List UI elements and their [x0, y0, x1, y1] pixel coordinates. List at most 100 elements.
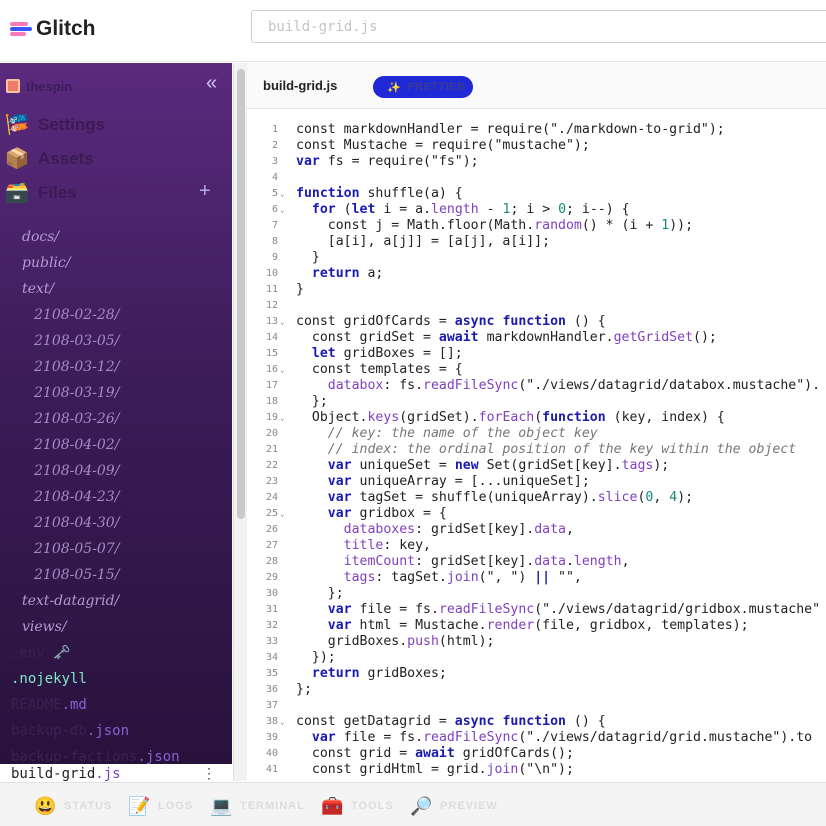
file-item[interactable]: README.md — [11, 697, 87, 717]
code-line[interactable]: 38 ⌄ const getDatagrid = async function ()… — [247, 714, 826, 730]
file-search-input[interactable] — [251, 10, 826, 43]
tree-folder[interactable]: public/ — [22, 255, 70, 275]
code-line[interactable]: 32 var html = Mustache.render(file, grid… — [247, 618, 826, 634]
code-line[interactable]: 6 ⌄ for (let i = a.length - 1; i > 0; i--… — [247, 202, 826, 218]
code-line[interactable]: 2 const Mustache = require("mustache"); — [247, 138, 826, 154]
code-line[interactable]: 16 ⌄ const templates = { — [247, 362, 826, 378]
code-line[interactable]: 22 var uniqueSet = new Set(gridSet[key].… — [247, 458, 826, 474]
code-line[interactable]: 33 gridBoxes.push(html); — [247, 634, 826, 650]
code-line[interactable]: 39 var file = fs.readFileSync("./views/d… — [247, 730, 826, 746]
code-line[interactable]: 36}; — [247, 682, 826, 698]
project-name: thespin — [26, 78, 73, 94]
fold-chevron-icon[interactable]: ⌄ — [280, 362, 290, 378]
code-line[interactable]: 15 let gridBoxes = []; — [247, 346, 826, 362]
code-line[interactable]: 1 const markdownHandler = require("./mark… — [247, 122, 826, 138]
file-item[interactable]: backup-factions.json — [11, 749, 180, 765]
glitch-logo[interactable]: Glitch — [10, 14, 96, 44]
file-item[interactable]: .env 🗝️ — [11, 645, 71, 665]
code-text: } — [296, 282, 304, 297]
line-number: 1 — [271, 124, 278, 135]
scrollbar-thumb[interactable] — [237, 69, 245, 519]
fold-chevron-icon[interactable]: ⌄ — [280, 410, 290, 426]
code-line[interactable]: 21 // index: the ordinal position of the… — [247, 442, 826, 458]
code-line[interactable]: 29 tags: tagSet.join(", ") || "", — [247, 570, 826, 586]
file-options-icon[interactable]: ⋮ — [202, 766, 216, 782]
code-line[interactable]: 3 var fs = require("fs"); — [247, 154, 826, 170]
code-line[interactable]: 31 var file = fs.readFileSync("./views/d… — [247, 602, 826, 618]
fold-chevron-icon[interactable]: ⌄ — [280, 202, 290, 218]
status-button[interactable]: 😃 STATUS — [34, 795, 112, 817]
prettier-button[interactable]: ✨ PRETTIER — [373, 76, 473, 98]
code-line[interactable]: 37 — [247, 698, 826, 714]
preview-button[interactable]: 🔎 PREVIEW — [410, 795, 498, 817]
code-line[interactable]: 7 const j = Math.floor(Math.random() * (… — [247, 218, 826, 234]
code-line[interactable]: 26 databoxes: gridSet[key].data, — [247, 522, 826, 538]
sidebar-scrollbar[interactable] — [233, 63, 247, 781]
tree-subfolder[interactable]: 2108-04-30/ — [34, 515, 119, 535]
code-line[interactable]: 30 }; — [247, 586, 826, 602]
code-line[interactable]: 9 } — [247, 250, 826, 266]
tab-build-grid[interactable]: build-grid.js — [263, 78, 337, 93]
code-line[interactable]: 40 const grid = await gridOfCards(); — [247, 746, 826, 762]
file-extension: .json — [137, 749, 180, 765]
code-line[interactable]: 12 — [247, 298, 826, 314]
code-line[interactable]: 14 const gridSet = await markdownHandler… — [247, 330, 826, 346]
tree-subfolder[interactable]: 2108-04-02/ — [34, 437, 119, 457]
tree-subfolder[interactable]: 2108-03-19/ — [34, 385, 119, 405]
tree-folder[interactable]: text-datagrid/ — [22, 593, 119, 613]
tools-button[interactable]: 🧰 TOOLS — [321, 795, 394, 817]
file-item[interactable]: backup-db.json — [11, 723, 129, 743]
tree-folder[interactable]: text/ — [22, 281, 54, 301]
code-line[interactable]: 35 return gridBoxes; — [247, 666, 826, 682]
sidebar-item-label: Settings — [38, 115, 106, 134]
tree-subfolder[interactable]: 2108-03-26/ — [34, 411, 119, 431]
tree-subfolder[interactable]: 2108-04-09/ — [34, 463, 119, 483]
code-line[interactable]: 34 }); — [247, 650, 826, 666]
code-text: var tagSet = shuffle(uniqueArray).slice(… — [327, 490, 694, 505]
sidebar-item-settings[interactable]: 🎏 Settings — [4, 112, 106, 138]
fold-chevron-icon[interactable]: ⌄ — [280, 186, 290, 202]
code-line[interactable]: 28 itemCount: gridSet[key].data.length, — [247, 554, 826, 570]
file-base-name: backup-db — [11, 723, 87, 739]
code-line[interactable]: 5 ⌄ function shuffle(a) { — [247, 186, 826, 202]
collapse-sidebar-button[interactable]: « — [206, 73, 226, 93]
code-line[interactable]: 11} — [247, 282, 826, 298]
code-line[interactable]: 18 }; — [247, 394, 826, 410]
code-line[interactable]: 23 var uniqueArray = [...uniqueSet]; — [247, 474, 826, 490]
code-text: [a[i], a[j]] = [a[j], a[i]]; — [296, 234, 551, 249]
code-editor[interactable]: 1 const markdownHandler = require("./mark… — [247, 110, 826, 782]
sidebar-item-files[interactable]: 🗃️ Files — [4, 180, 77, 206]
tree-subfolder[interactable]: 2108-04-23/ — [34, 489, 119, 509]
fold-chevron-icon[interactable]: ⌄ — [280, 506, 290, 522]
fold-chevron-icon[interactable]: ⌄ — [280, 714, 290, 730]
file-item[interactable]: .nojekyll — [11, 671, 87, 691]
tree-subfolder[interactable]: 2108-02-28/ — [34, 307, 119, 327]
add-file-button[interactable]: + — [199, 181, 211, 201]
sidebar-item-assets[interactable]: 📦 Assets — [4, 146, 94, 172]
logs-button[interactable]: 📝 LOGS — [128, 795, 193, 817]
line-number: 26 — [265, 524, 278, 535]
code-line[interactable]: 17 databox: fs.readFileSync("./views/dat… — [247, 378, 826, 394]
line-number: 24 — [265, 492, 278, 503]
code-line[interactable]: 25 ⌄ var gridbox = { — [247, 506, 826, 522]
tree-subfolder[interactable]: 2108-05-15/ — [34, 567, 119, 587]
tree-subfolder[interactable]: 2108-03-12/ — [34, 359, 119, 379]
code-text: }; — [296, 586, 344, 601]
code-line[interactable]: 41 const gridHtml = grid.join("\n"); — [247, 762, 826, 778]
code-line[interactable]: 20 // key: the name of the object key — [247, 426, 826, 442]
tree-folder[interactable]: views/ — [22, 619, 67, 639]
project-selector[interactable]: thespin — [6, 77, 72, 95]
code-line[interactable]: 10 return a; — [247, 266, 826, 282]
code-line[interactable]: 13 ⌄ const gridOfCards = async function ()… — [247, 314, 826, 330]
tree-subfolder[interactable]: 2108-05-07/ — [34, 541, 119, 561]
fold-chevron-icon[interactable]: ⌄ — [280, 314, 290, 330]
terminal-button[interactable]: 💻 TERMINAL — [210, 795, 305, 817]
code-line[interactable]: 8 [a[i], a[j]] = [a[j], a[i]]; — [247, 234, 826, 250]
tree-folder[interactable]: docs/ — [22, 229, 59, 249]
code-line[interactable]: 27 title: key, — [247, 538, 826, 554]
code-line[interactable]: 19 ⌄ Object.keys(gridSet).forEach(functio… — [247, 410, 826, 426]
code-text: databox: fs.readFileSync("./views/datagr… — [327, 378, 821, 393]
code-line[interactable]: 24 var tagSet = shuffle(uniqueArray).sli… — [247, 490, 826, 506]
code-line[interactable]: 4 — [247, 170, 826, 186]
tree-subfolder[interactable]: 2108-03-05/ — [34, 333, 119, 353]
